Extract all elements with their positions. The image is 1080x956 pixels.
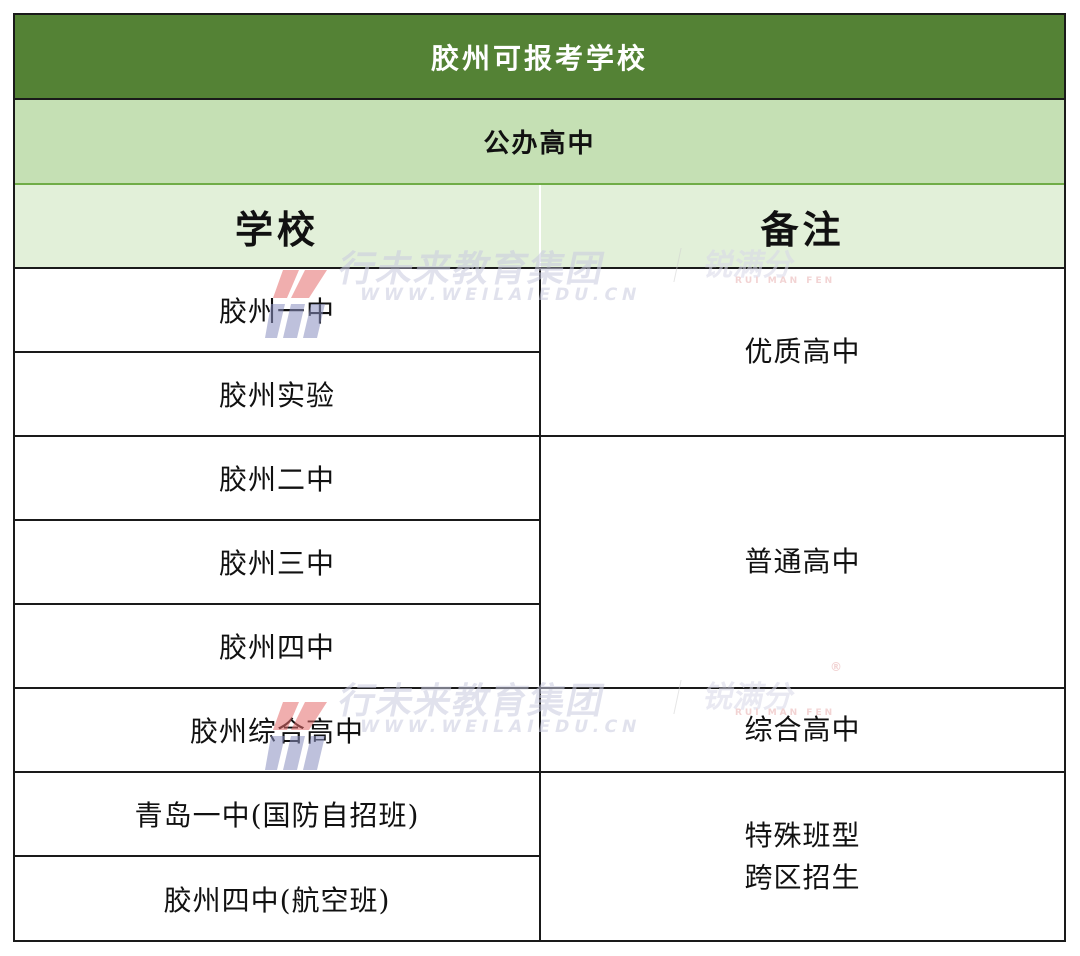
school-cell: 胶州四中(航空班) bbox=[15, 857, 541, 940]
note-cell-ordinary: 普通高中 bbox=[541, 437, 1064, 689]
school-cell: 胶州综合高中 bbox=[15, 689, 541, 773]
note-special-line1: 特殊班型 bbox=[744, 818, 861, 852]
note-cell-special: 特殊班型 跨区招生 bbox=[541, 773, 1064, 940]
school-cell: 胶州四中 bbox=[15, 605, 541, 689]
school-cell: 青岛一中(国防自招班) bbox=[15, 773, 541, 857]
school-cell: 胶州二中 bbox=[15, 437, 541, 521]
header-school: 学校 bbox=[15, 185, 541, 267]
note-cell-quality: 优质高中 bbox=[541, 269, 1064, 437]
table-title: 胶州可报考学校 bbox=[15, 15, 1064, 100]
school-cell: 胶州实验 bbox=[15, 353, 541, 437]
note-special-line2: 跨区招生 bbox=[744, 860, 861, 894]
note-cell-comprehensive: 综合高中 bbox=[541, 689, 1064, 773]
table-header-row: 学校 备注 bbox=[15, 185, 1064, 269]
table-subtitle: 公办高中 bbox=[15, 100, 1064, 185]
school-cell: 胶州三中 bbox=[15, 521, 541, 605]
school-cell: 胶州一中 bbox=[15, 269, 541, 353]
header-note: 备注 bbox=[760, 207, 845, 252]
schools-table: 胶州可报考学校 公办高中 学校 备注 胶州一中 胶州实验 胶州二中 胶州三中 胶… bbox=[13, 13, 1066, 942]
